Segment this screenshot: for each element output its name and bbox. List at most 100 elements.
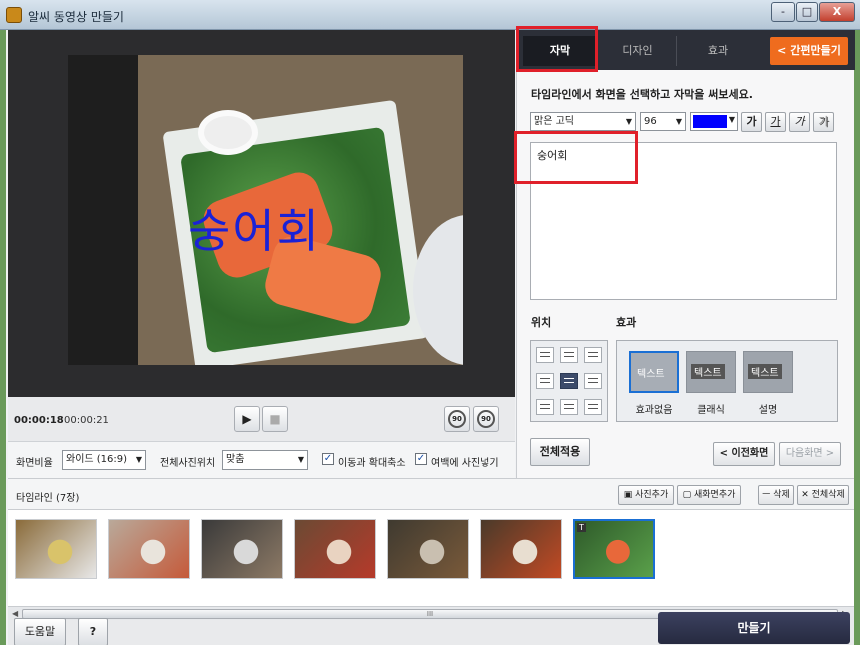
timeline-header: 타임라인 (7장) ▣ 사진추가 ▢ 새화면추가 ㅡ 삭제 ✕ 전체삭제 [8, 478, 854, 510]
effect-label: 효과 [616, 316, 637, 329]
chevron-down-icon: ▼ [675, 117, 682, 126]
font-color-picker[interactable]: ▼ [690, 112, 738, 131]
timeline-label: 타임라인 (7장) [16, 493, 80, 504]
underline-button[interactable]: 가 [765, 112, 786, 132]
rotate-right-icon: 90 [477, 410, 495, 428]
position-label: 위치 [531, 316, 552, 329]
effect-sample: 텍스트 [691, 364, 725, 379]
ratio-select[interactable]: 와이드 (16:9) ▼ [62, 450, 146, 470]
rotate-left-icon: 90 [448, 410, 466, 428]
minimize-button[interactable]: - [771, 2, 795, 22]
make-video-button[interactable]: 만들기 [658, 612, 850, 644]
delete-button[interactable]: ㅡ 삭제 [758, 485, 794, 505]
tab-effect[interactable]: 효과 [679, 36, 757, 66]
font-size-select[interactable]: 96 ▼ [640, 112, 686, 131]
rotate-left-button[interactable]: 90 [444, 406, 470, 432]
tab-design[interactable]: 디자인 [599, 36, 677, 66]
next-screen-button[interactable]: 다음화면 > [779, 442, 841, 466]
position-bottom-left[interactable] [536, 399, 554, 415]
timeline-thumb[interactable] [15, 519, 97, 579]
quick-make-button[interactable]: < 간편만들기 [770, 37, 848, 65]
margin-photo-label: 여백에 사진넣기 [431, 458, 499, 469]
bottom-bar: 도움말 ? 만들기 [8, 612, 854, 645]
color-swatch [693, 115, 727, 128]
subtitle-overlay: 숭어회 [188, 204, 321, 258]
position-bottom-center[interactable] [560, 399, 578, 415]
font-size-value: 96 [644, 116, 657, 127]
timeline-thumb[interactable] [294, 519, 376, 579]
position-middle-left[interactable] [536, 373, 554, 389]
effect-none[interactable]: 텍스트 [629, 351, 679, 393]
options-row: 화면비율 와이드 (16:9) ▼ 전체사진위치 맞춤 ▼ ✓ 이동과 확대축소 ✓… [8, 442, 515, 478]
ratio-label: 화면비율 [16, 458, 53, 469]
add-photo-label: 사진추가 [635, 490, 669, 500]
timeline-thumb-selected[interactable]: T [573, 519, 655, 579]
rotate-right-button[interactable]: 90 [473, 406, 499, 432]
timeline-thumb[interactable] [201, 519, 283, 579]
photo-position-value: 맞춤 [226, 454, 245, 465]
add-photo-button[interactable]: ▣ 사진추가 [618, 485, 674, 505]
effect-description-label: 설명 [758, 405, 778, 416]
timeline-thumb[interactable] [108, 519, 190, 579]
timeline-thumb[interactable] [480, 519, 562, 579]
effect-classic-label: 클래식 [697, 405, 725, 416]
subtitle-panel: 자막 디자인 효과 < 간편만들기 타임라인에서 화면을 선택하고 자막을 써보… [516, 30, 855, 478]
position-top-center[interactable] [560, 347, 578, 363]
ratio-value: 와이드 (16:9) [66, 454, 128, 465]
current-time: 00:00:18 [14, 415, 64, 426]
add-screen-button[interactable]: ▢ 새화면추가 [677, 485, 741, 505]
highlight-text-input [514, 131, 638, 184]
video-preview: 숭어회 [8, 30, 515, 397]
delete-all-button[interactable]: ✕ 전체삭제 [797, 485, 849, 505]
position-grid [530, 340, 608, 422]
italic-button[interactable]: 가 [789, 112, 810, 132]
bold-button[interactable]: 가 [741, 112, 762, 132]
position-bottom-right[interactable] [584, 399, 602, 415]
highlight-subtitle-tab [516, 26, 598, 72]
effect-classic[interactable]: 텍스트 [686, 351, 736, 393]
chevron-down-icon: ▼ [135, 455, 142, 464]
font-value: 맑은 고딕 [534, 116, 574, 127]
shadow-button[interactable]: 가 [813, 112, 834, 132]
add-screen-icon: ▢ [682, 490, 694, 500]
effect-options: 텍스트 효과없음 텍스트 클래식 텍스트 설명 [616, 340, 838, 422]
photo-position-label: 전체사진위치 [160, 458, 216, 469]
play-button[interactable]: ▶ [234, 406, 260, 432]
stop-button[interactable]: ■ [262, 406, 288, 432]
chevron-down-icon: ▼ [625, 117, 632, 126]
text-badge-icon: T [577, 523, 586, 532]
instruction-text: 타임라인에서 화면을 선택하고 자막을 써보세요. [531, 88, 753, 101]
position-top-left[interactable] [536, 347, 554, 363]
main-window: 숭어회 00:00:18 00:00:21 ▶ ■ 90 90 화면비율 와이드… [6, 26, 855, 645]
total-time: 00:00:21 [64, 415, 109, 426]
player-controls: 00:00:18 00:00:21 ▶ ■ 90 90 [8, 397, 515, 442]
chevron-down-icon: ▼ [728, 115, 735, 124]
maximize-button[interactable]: □ [796, 2, 818, 22]
margin-photo-checkbox[interactable]: ✓ [415, 453, 427, 465]
title-bar: 알씨 동영상 만들기 - □ X [0, 0, 860, 30]
effect-none-label: 효과없음 [635, 405, 673, 416]
apply-all-button[interactable]: 전체적용 [530, 438, 590, 466]
effect-sample: 텍스트 [748, 364, 782, 379]
stop-icon: ■ [269, 412, 281, 426]
effect-description[interactable]: 텍스트 [743, 351, 793, 393]
close-button[interactable]: X [819, 2, 855, 22]
add-screen-label: 새화면추가 [693, 490, 736, 500]
move-zoom-label: 이동과 확대축소 [338, 458, 406, 469]
add-photo-icon: ▣ [623, 490, 636, 500]
prev-screen-button[interactable]: < 이전화면 [713, 442, 775, 466]
move-zoom-checkbox[interactable]: ✓ [322, 453, 334, 465]
font-select[interactable]: 맑은 고딕 ▼ [530, 112, 636, 131]
position-middle-center[interactable] [560, 373, 578, 389]
play-icon: ▶ [242, 412, 252, 426]
timeline-thumb[interactable] [387, 519, 469, 579]
window-title: 알씨 동영상 만들기 [28, 10, 124, 24]
question-button[interactable]: ? [78, 618, 108, 645]
scroll-left-icon[interactable]: ◀ [12, 609, 18, 618]
position-top-right[interactable] [584, 347, 602, 363]
help-button[interactable]: 도움말 [14, 618, 66, 645]
photo-position-select[interactable]: 맞춤 ▼ [222, 450, 308, 470]
effect-sample: 텍스트 [637, 369, 665, 380]
timeline-thumbnails: T [8, 510, 854, 606]
position-middle-right[interactable] [584, 373, 602, 389]
